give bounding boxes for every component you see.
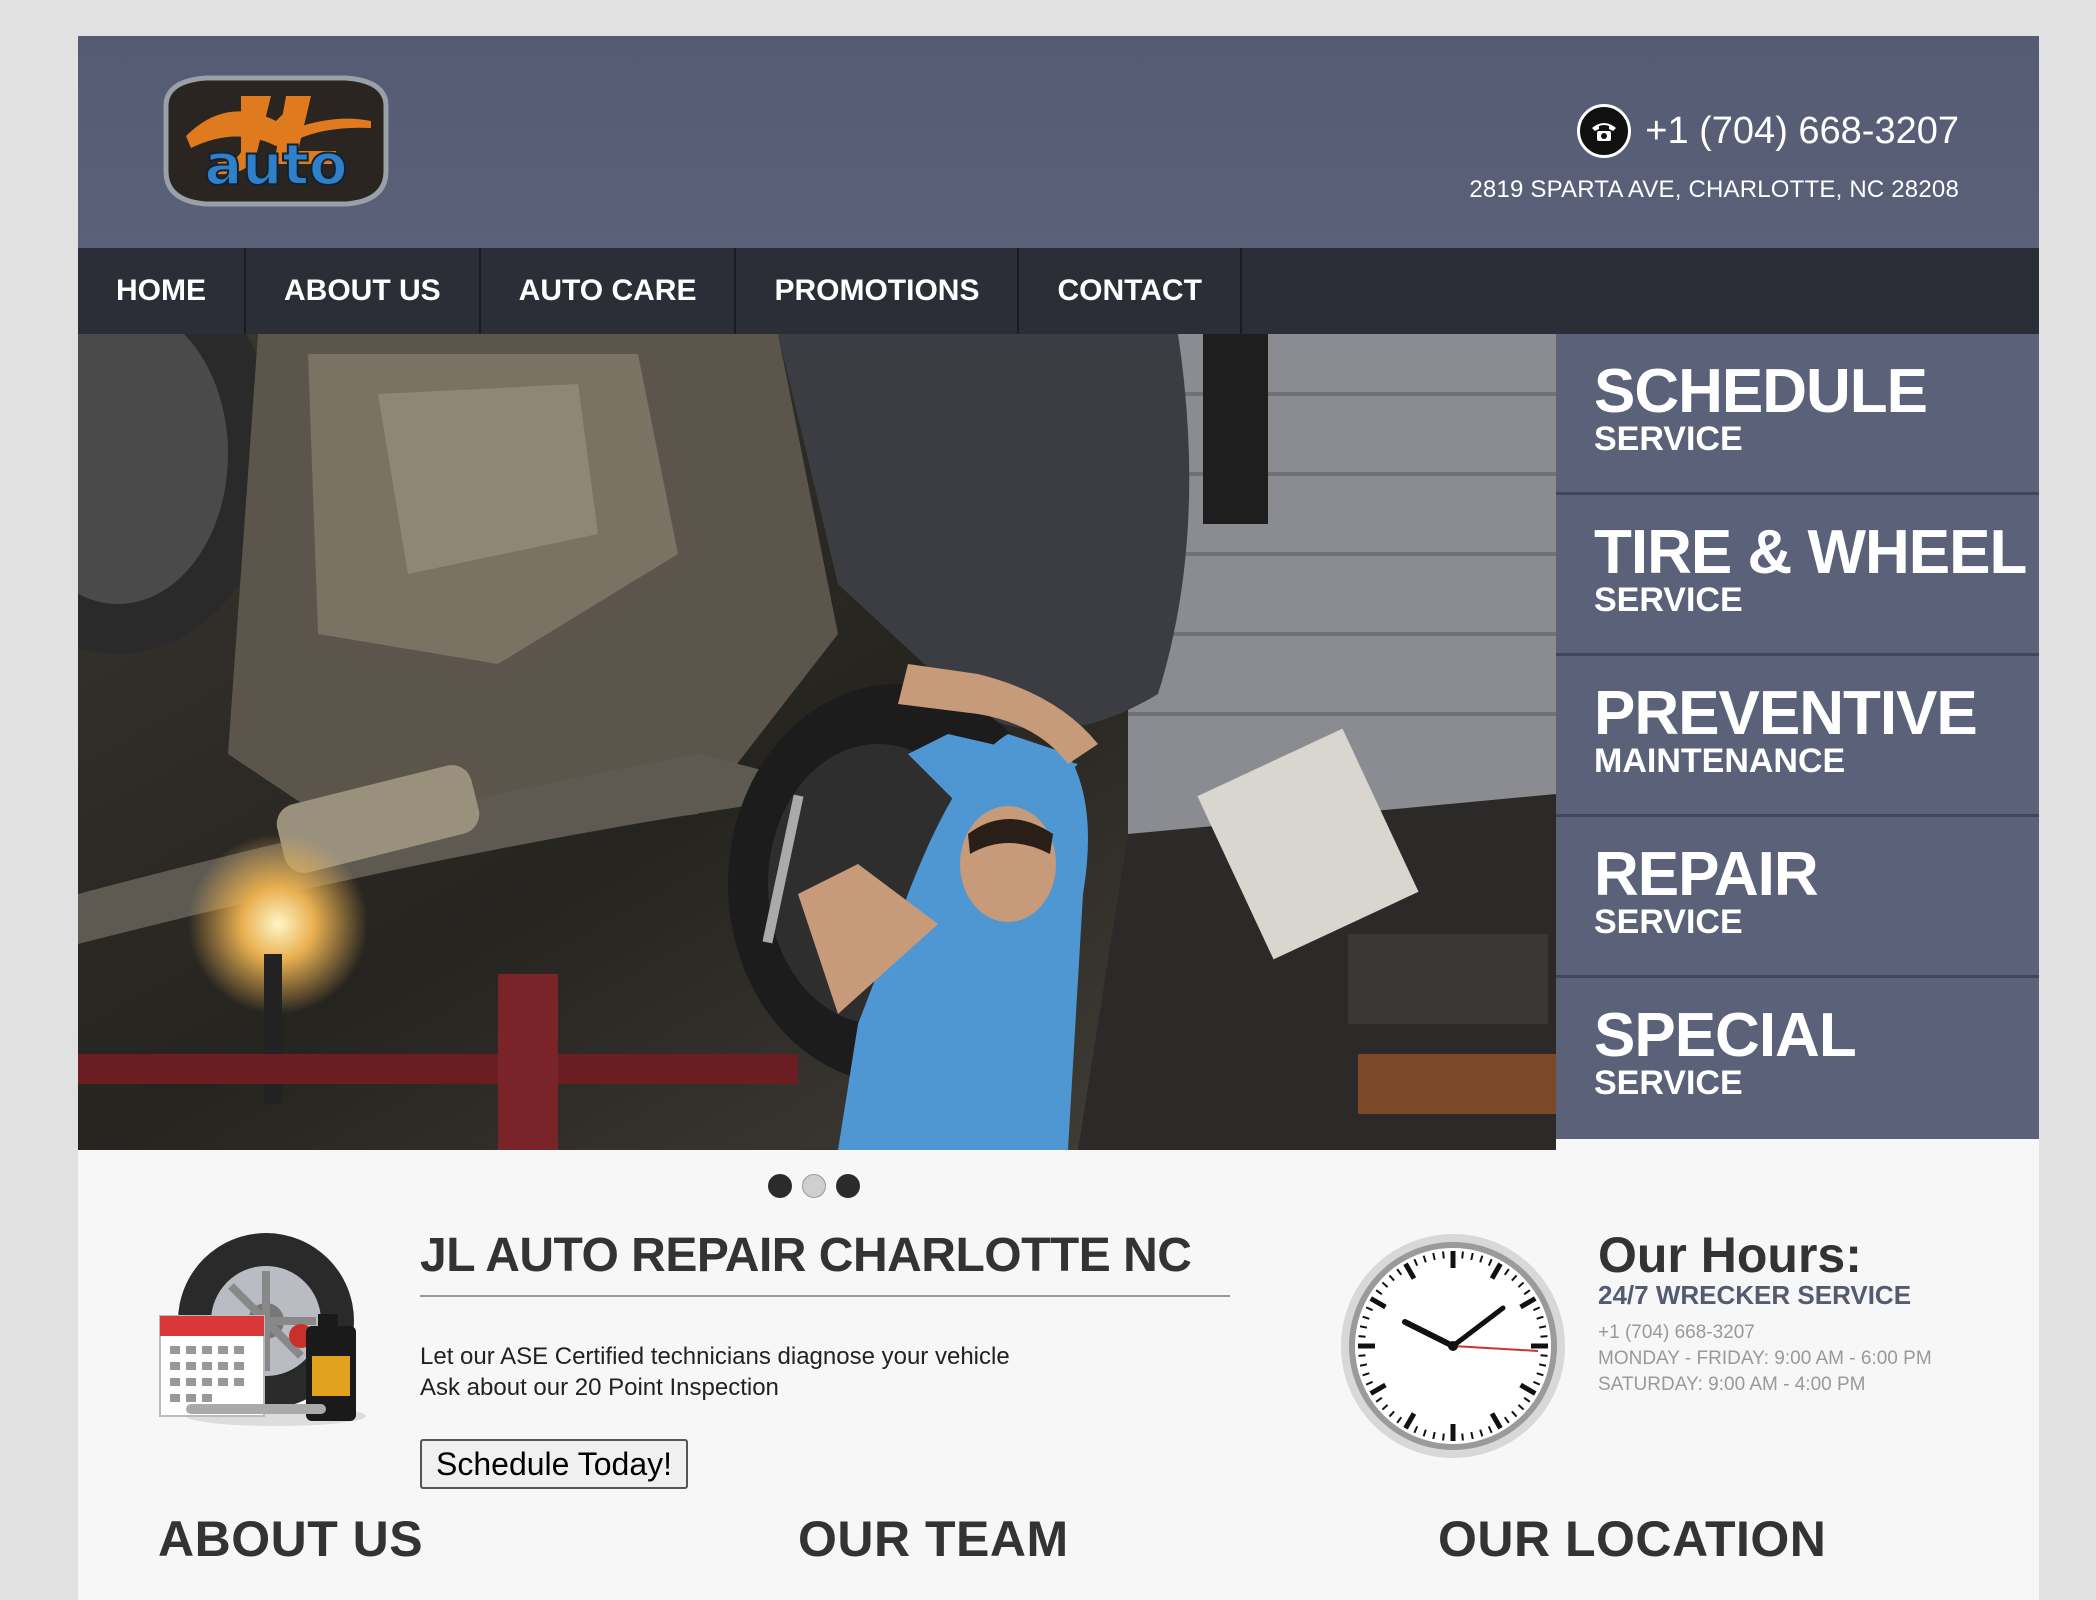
wrecker-service: 24/7 WRECKER SERVICE — [1598, 1280, 1912, 1310]
schedule-today-button[interactable]: Schedule Today! — [420, 1439, 689, 1489]
phone-contact[interactable]: +1 (704) 668-3207 — [1577, 104, 1959, 158]
service-title: SCHEDULE — [1594, 357, 1928, 426]
nav-promotions[interactable]: PROMOTIONS — [736, 248, 1020, 334]
nav-contact[interactable]: CONTACT — [1019, 248, 1242, 334]
service-schedule[interactable]: SCHEDULE SERVICE — [1556, 334, 2039, 495]
tire-calendar-oil-image — [156, 1226, 376, 1436]
clock-tick — [1470, 1252, 1474, 1261]
service-tire-wheel[interactable]: TIRE & WHEEL SERVICE — [1556, 495, 2039, 656]
nav-auto-care[interactable]: AUTO CARE — [481, 248, 737, 334]
clock-tick — [1470, 1431, 1474, 1440]
clock-icon — [1333, 1226, 1573, 1466]
clock-tick — [1461, 1433, 1464, 1441]
clock-tick — [1442, 1433, 1445, 1441]
services-menu: SCHEDULE SERVICE TIRE & WHEEL SERVICE PR… — [1556, 334, 2039, 1150]
service-repair[interactable]: REPAIR SERVICE — [1556, 817, 2039, 978]
header-address: 2819 SPARTA AVE, CHARLOTTE, NC 28208 — [1469, 176, 1959, 203]
clock-tick — [1359, 1325, 1368, 1329]
clock-tick — [1538, 1325, 1547, 1329]
service-subtitle: SERVICE — [1594, 1064, 1743, 1102]
service-subtitle: SERVICE — [1594, 420, 1743, 458]
slider-dot-2[interactable] — [802, 1174, 826, 1198]
hours-saturday: SATURDAY: 9:00 AM - 4:00 PM — [1598, 1374, 1866, 1395]
clock-tick — [1358, 1354, 1366, 1357]
service-preventive[interactable]: PREVENTIVE MAINTENANCE — [1556, 656, 2039, 817]
clock-tick — [1540, 1335, 1548, 1338]
slider-dot-1[interactable] — [768, 1174, 792, 1198]
telephone-icon — [1577, 104, 1632, 158]
clock-tick — [1359, 1363, 1368, 1367]
nav-home[interactable]: HOME — [78, 248, 246, 334]
nav-about-us[interactable]: ABOUT US — [246, 248, 481, 334]
slider-dots — [768, 1174, 860, 1198]
about-us-heading: ABOUT US — [158, 1511, 424, 1567]
header: auto +1 (704) 668-3207 2819 SPARTA AVE, … — [78, 36, 2039, 248]
hours-phone[interactable]: +1 (704) 668-3207 — [1598, 1320, 1932, 1346]
service-subtitle: SERVICE — [1594, 903, 1743, 941]
service-special[interactable]: SPECIAL SERVICE — [1556, 978, 2039, 1139]
clock-tick — [1538, 1363, 1547, 1367]
hero-slide-image[interactable] — [78, 334, 1556, 1150]
hours-details: +1 (704) 668-3207 MONDAY - FRIDAY: 9:00 … — [1598, 1320, 1932, 1398]
intro-title: JL AUTO REPAIR CHARLOTTE NC — [420, 1228, 1230, 1297]
service-title: TIRE & WHEEL — [1594, 518, 2027, 587]
page: auto +1 (704) 668-3207 2819 SPARTA AVE, … — [78, 36, 2039, 1600]
service-subtitle: MAINTENANCE — [1594, 742, 1846, 780]
clock-tick — [1442, 1251, 1445, 1259]
service-title: SPECIAL — [1594, 1001, 1857, 1070]
intro-line-2: Ask about our 20 Point Inspection — [420, 1374, 779, 1401]
intro-line-1: Let our ASE Certified technicians diagno… — [420, 1343, 1010, 1370]
service-title: REPAIR — [1594, 840, 1819, 909]
hours-title: Our Hours: — [1598, 1227, 1862, 1283]
clock-tick — [1461, 1251, 1464, 1259]
hours-weekday: MONDAY - FRIDAY: 9:00 AM - 6:00 PM — [1598, 1348, 1932, 1369]
svg-text:auto: auto — [205, 133, 348, 198]
main-nav: HOME ABOUT US AUTO CARE PROMOTIONS CONTA… — [78, 248, 2039, 334]
intro-text: Let our ASE Certified technicians diagno… — [420, 1341, 1010, 1403]
service-subtitle: SERVICE — [1594, 581, 1743, 619]
clock-tick — [1540, 1354, 1548, 1357]
our-location-heading: OUR LOCATION — [1438, 1511, 1827, 1567]
header-phone[interactable]: +1 (704) 668-3207 — [1645, 110, 1959, 153]
clock-tick — [1432, 1252, 1436, 1261]
our-team-heading: OUR TEAM — [798, 1511, 1069, 1567]
clock-tick — [1358, 1335, 1366, 1338]
clock-tick — [1432, 1431, 1436, 1440]
slider-dot-3[interactable] — [836, 1174, 860, 1198]
service-title: PREVENTIVE — [1594, 679, 1978, 748]
jl-auto-logo[interactable]: auto — [146, 66, 406, 216]
